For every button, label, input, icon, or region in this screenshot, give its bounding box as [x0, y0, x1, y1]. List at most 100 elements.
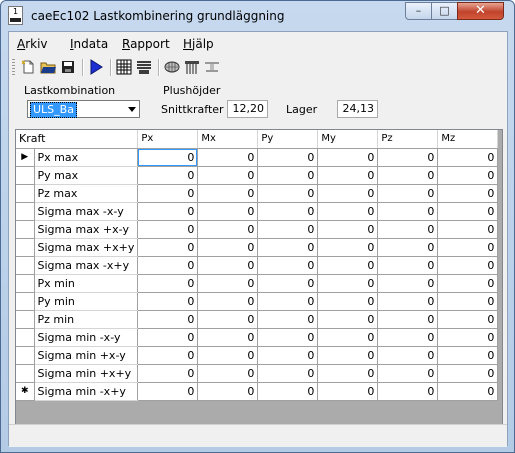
value-cell[interactable]: 0 — [317, 310, 379, 329]
value-cell[interactable]: 0 — [377, 328, 439, 347]
value-cell[interactable]: 0 — [137, 220, 199, 239]
new-file-icon[interactable] — [20, 59, 36, 75]
value-cell[interactable]: 0 — [257, 184, 319, 203]
value-cell[interactable]: 0 — [137, 202, 199, 221]
column-header-pz[interactable]: Pz — [377, 130, 439, 149]
value-cell[interactable]: 0 — [377, 274, 439, 293]
table-row[interactable]: Sigma max -x-y 0 0 0 0 0 0 — [16, 202, 499, 221]
value-cell[interactable]: 0 — [197, 220, 259, 239]
table-row[interactable]: Sigma max +x+y 0 0 0 0 0 0 — [16, 238, 499, 257]
chevron-down-icon[interactable] — [128, 107, 136, 112]
value-cell[interactable]: 0 — [317, 184, 379, 203]
value-cell[interactable]: 0 — [137, 238, 199, 257]
pile-foundation-icon[interactable] — [184, 59, 200, 75]
value-cell[interactable]: 0 — [197, 202, 259, 221]
value-cell[interactable]: 0 — [377, 382, 439, 401]
value-cell[interactable]: 0 — [257, 382, 319, 401]
value-cell[interactable]: 0 — [317, 202, 379, 221]
row-selector[interactable] — [16, 274, 35, 293]
table-row[interactable]: Py max 0 0 0 0 0 0 — [16, 166, 499, 185]
close-button[interactable]: ✕ — [457, 2, 504, 20]
table-row[interactable]: Pz max 0 0 0 0 0 0 — [16, 184, 499, 203]
value-cell[interactable]: 0 — [437, 310, 499, 329]
value-cell[interactable]: 0 — [197, 346, 259, 365]
column-header-kraft[interactable]: Kraft — [16, 130, 139, 149]
value-cell[interactable]: 0 — [137, 382, 199, 401]
save-disk-icon[interactable] — [60, 59, 76, 75]
value-cell[interactable]: 0 — [317, 346, 379, 365]
value-cell[interactable]: 0 — [137, 346, 199, 365]
value-cell[interactable]: 0 — [317, 148, 379, 167]
value-cell[interactable]: 0 — [197, 310, 259, 329]
value-cell[interactable]: 0 — [317, 292, 379, 311]
column-header-py[interactable]: Py — [257, 130, 319, 149]
minimize-button[interactable]: – — [405, 2, 432, 20]
value-cell[interactable]: 0 — [437, 274, 499, 293]
value-cell[interactable]: 0 — [257, 166, 319, 185]
run-arrow-icon[interactable] — [88, 59, 104, 75]
value-cell[interactable]: 0 — [437, 148, 499, 167]
value-cell[interactable]: 0 — [437, 292, 499, 311]
value-cell[interactable]: 0 — [257, 202, 319, 221]
value-cell[interactable]: 0 — [137, 166, 199, 185]
value-cell[interactable]: 0 — [197, 382, 259, 401]
value-cell[interactable]: 0 — [437, 166, 499, 185]
value-cell[interactable]: 0 — [377, 364, 439, 383]
value-cell[interactable]: 0 — [197, 256, 259, 275]
value-cell[interactable]: 0 — [197, 274, 259, 293]
mesh-shape-icon[interactable] — [164, 59, 180, 75]
table-row[interactable]: ▶ Px max 0 0 0 0 0 0 — [16, 148, 499, 167]
value-cell[interactable]: 0 — [257, 274, 319, 293]
row-selector[interactable] — [16, 310, 35, 329]
value-cell[interactable]: 0 — [317, 238, 379, 257]
list-lines-icon[interactable] — [136, 59, 152, 75]
row-selector[interactable]: ✱ — [16, 382, 35, 401]
value-cell[interactable]: 0 — [197, 166, 259, 185]
value-cell[interactable]: 0 — [197, 238, 259, 257]
value-cell[interactable]: 0 — [437, 346, 499, 365]
value-cell[interactable]: 0 — [437, 238, 499, 257]
value-cell[interactable]: 0 — [377, 310, 439, 329]
row-selector[interactable] — [16, 202, 35, 221]
value-cell[interactable]: 0 — [437, 202, 499, 221]
value-cell[interactable]: 0 — [317, 328, 379, 347]
value-cell[interactable]: 0 — [257, 364, 319, 383]
value-cell[interactable]: 0 — [137, 292, 199, 311]
value-cell[interactable]: 0 — [197, 364, 259, 383]
data-grid[interactable]: Kraft Px Mx Py My Pz Mz ▶ Px max 0 0 0 0 0 0 Py … — [15, 129, 503, 428]
value-cell[interactable]: 0 — [257, 256, 319, 275]
lastkombination-select[interactable]: ULS_Ba — [27, 100, 140, 118]
row-selector[interactable] — [16, 256, 35, 275]
value-cell[interactable]: 0 — [257, 148, 319, 167]
beam-support-icon[interactable] — [204, 59, 220, 75]
value-cell[interactable]: 0 — [137, 256, 199, 275]
value-cell[interactable]: 0 — [197, 328, 259, 347]
value-cell[interactable]: 0 — [437, 328, 499, 347]
value-cell[interactable]: 0 — [437, 220, 499, 239]
menu-indata[interactable]: Indata — [70, 37, 108, 51]
column-header-my[interactable]: My — [317, 130, 379, 149]
grid-table-icon[interactable] — [116, 59, 132, 75]
table-row[interactable]: Px min 0 0 0 0 0 0 — [16, 274, 499, 293]
menu-rapport[interactable]: Rapport — [122, 37, 170, 51]
title-bar[interactable]: 1 caeEc102 Lastkombinering grundläggning… — [1, 1, 514, 31]
value-cell[interactable]: 0 — [377, 292, 439, 311]
value-cell[interactable]: 0 — [137, 148, 199, 167]
column-header-mz[interactable]: Mz — [437, 130, 499, 149]
value-cell[interactable]: 0 — [257, 310, 319, 329]
value-cell[interactable]: 0 — [137, 364, 199, 383]
value-cell[interactable]: 0 — [137, 184, 199, 203]
lager-field[interactable]: 24,13 — [337, 100, 378, 118]
table-row[interactable]: Sigma min +x-y 0 0 0 0 0 0 — [16, 346, 499, 365]
value-cell[interactable]: 0 — [317, 274, 379, 293]
value-cell[interactable]: 0 — [197, 292, 259, 311]
value-cell[interactable]: 0 — [377, 256, 439, 275]
value-cell[interactable]: 0 — [377, 166, 439, 185]
value-cell[interactable]: 0 — [257, 220, 319, 239]
snittkrafter-field[interactable]: 12,20 — [227, 100, 268, 118]
value-cell[interactable]: 0 — [437, 256, 499, 275]
value-cell[interactable]: 0 — [317, 364, 379, 383]
value-cell[interactable]: 0 — [257, 328, 319, 347]
value-cell[interactable]: 0 — [137, 328, 199, 347]
table-row[interactable]: Sigma max +x-y 0 0 0 0 0 0 — [16, 220, 499, 239]
